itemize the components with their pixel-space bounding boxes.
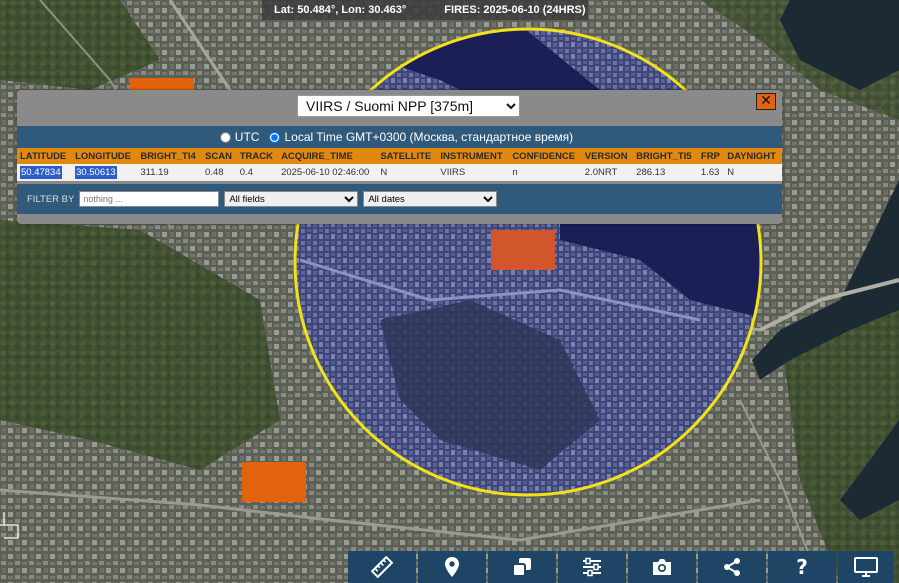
status-bar: Lat: 50.484°, Lon: 30.463° FIRES: 2025-0… [262, 0, 588, 20]
column-header-satellite[interactable]: SATELLITE [377, 148, 438, 164]
help-icon: ? [796, 555, 808, 579]
column-header-confidence[interactable]: CONFIDENCE [509, 148, 582, 164]
fire-marker[interactable] [242, 462, 306, 502]
cell-latitude[interactable]: 50.47834 [17, 164, 73, 181]
bottom-toolbar: ? [348, 551, 894, 583]
utc-radio[interactable] [219, 131, 231, 143]
cell-longitude[interactable]: 30.50613 [72, 164, 138, 181]
table-row[interactable]: 50.47834 30.50613 311.19 0.48 0.4 2025-0… [17, 164, 782, 181]
column-header-scan[interactable]: SCAN [202, 148, 237, 164]
measure-ruler-icon [371, 556, 393, 578]
utc-option[interactable]: UTC [219, 130, 260, 144]
column-header-acquire-time[interactable]: ACQUIRE_TIME [278, 148, 378, 164]
cell-frp: 1.63 [697, 164, 725, 181]
column-header-track[interactable]: TRACK [236, 148, 279, 164]
cell-bright-ti4: 311.19 [137, 164, 203, 181]
settings-sliders-icon [583, 557, 601, 577]
help-button[interactable]: ? [768, 551, 836, 583]
column-header-bright-ti4[interactable]: BRIGHT_TI4 [137, 148, 203, 164]
location-button[interactable] [418, 551, 486, 583]
column-header-longitude[interactable]: LONGITUDE [72, 148, 138, 164]
display-button[interactable] [838, 551, 894, 583]
utc-label: UTC [234, 130, 260, 144]
fires-date-label: FIRES: 2025-06-10 (24HRS) [444, 4, 586, 16]
panel-header: VIIRS / Suomi NPP [375m] ✕ [17, 90, 782, 126]
cell-acquire-time: 2025-06-10 02:46:00 [278, 164, 378, 181]
close-button[interactable]: ✕ [756, 93, 776, 110]
location-pin-icon [445, 557, 459, 577]
share-button[interactable] [698, 551, 766, 583]
selected-text: 30.50613 [75, 166, 117, 179]
filter-label: FILTER BY [27, 193, 75, 205]
sensor-select[interactable]: VIIRS / Suomi NPP [375m] [297, 95, 520, 117]
local-time-label: Local Time GMT+0300 (Москва, стандартное… [284, 130, 574, 144]
local-time-option[interactable]: Local Time GMT+0300 (Москва, стандартное… [269, 130, 573, 144]
measure-button[interactable] [348, 551, 416, 583]
cell-daynight: N [724, 164, 782, 181]
fire-marker-selected[interactable] [491, 230, 555, 270]
filter-bar: FILTER BY All fields All dates [17, 184, 782, 214]
field-filter-select[interactable]: All fields [224, 191, 359, 207]
cell-confidence: n [509, 164, 582, 181]
selected-text: 50.47834 [20, 166, 62, 179]
cursor-coordinates: Lat: 50.484°, Lon: 30.463° [274, 4, 407, 16]
cell-instrument: VIIRS [437, 164, 510, 181]
camera-icon [653, 559, 671, 575]
cell-satellite: N [377, 164, 438, 181]
cell-track: 0.4 [236, 164, 279, 181]
filter-input[interactable] [79, 191, 220, 207]
cell-version: 2.0NRT [581, 164, 634, 181]
cell-scan: 0.48 [202, 164, 237, 181]
layers-copy-icon [512, 558, 531, 577]
cell-bright-ti5: 286.13 [633, 164, 698, 181]
settings-button[interactable] [558, 551, 626, 583]
column-header-instrument[interactable]: INSTRUMENT [437, 148, 510, 164]
column-header-version[interactable]: VERSION [581, 148, 634, 164]
table-header-row: LATITUDE LONGITUDE BRIGHT_TI4 SCAN TRACK… [17, 148, 782, 164]
time-zone-selector: UTC Local Time GMT+0300 (Москва, стандар… [17, 126, 782, 148]
monitor-icon [854, 557, 878, 577]
share-icon [724, 558, 740, 576]
date-filter-select[interactable]: All dates [363, 191, 498, 207]
column-header-daynight[interactable]: DAYNIGHT [724, 148, 782, 164]
column-header-latitude[interactable]: LATITUDE [17, 148, 73, 164]
fire-info-panel: VIIRS / Suomi NPP [375m] ✕ UTC Local Tim… [17, 90, 782, 224]
screenshot-button[interactable] [628, 551, 696, 583]
column-header-bright-ti5[interactable]: BRIGHT_TI5 [633, 148, 698, 164]
layers-button[interactable] [488, 551, 556, 583]
fire-data-table: LATITUDE LONGITUDE BRIGHT_TI4 SCAN TRACK… [17, 148, 782, 181]
column-header-frp[interactable]: FRP [697, 148, 725, 164]
local-time-radio[interactable] [269, 131, 281, 143]
